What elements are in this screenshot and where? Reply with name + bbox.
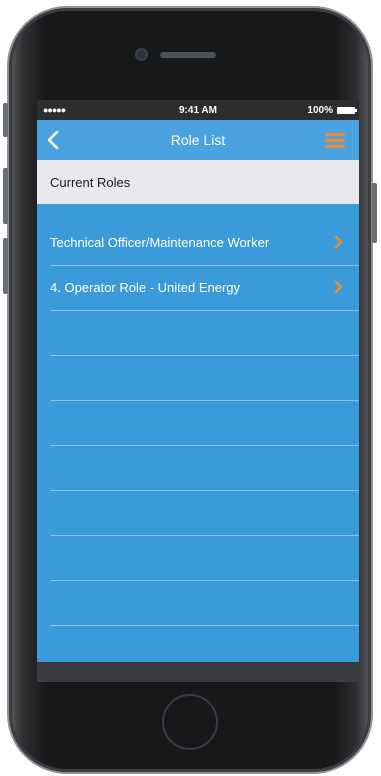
battery-percentage: 100%: [307, 105, 333, 116]
role-label: 4. Operator Role - United Energy: [50, 280, 241, 295]
volume-up-button: [3, 168, 8, 224]
front-camera: [137, 50, 146, 59]
empty-list-row: [50, 446, 359, 491]
status-bar: ●●●●● 9:41 AM 100%: [37, 100, 359, 120]
home-button[interactable]: [162, 694, 218, 750]
empty-list-row: [50, 401, 359, 446]
screen-bottom-bar: [37, 662, 359, 682]
hamburger-menu-icon[interactable]: [325, 133, 345, 149]
mute-switch: [3, 103, 8, 137]
chevron-right-icon: [334, 281, 343, 293]
empty-list-row: [50, 311, 359, 356]
role-list-item[interactable]: 4. Operator Role - United Energy: [50, 266, 359, 311]
empty-list-row: [50, 491, 359, 536]
role-list-item[interactable]: Technical Officer/Maintenance Worker: [50, 221, 359, 266]
page-title: Role List: [170, 132, 226, 148]
power-button: [372, 183, 377, 243]
navigation-bar: Role List: [37, 120, 359, 160]
earpiece-speaker: [160, 52, 216, 58]
chevron-right-icon: [334, 236, 343, 248]
battery-icon: [337, 107, 357, 114]
section-header: Current Roles: [37, 160, 359, 204]
empty-list-row: [50, 581, 359, 626]
phone-screen: ●●●●● 9:41 AM 100% Role List Current Rol…: [37, 100, 359, 682]
section-title: Current Roles: [50, 175, 131, 190]
volume-down-button: [3, 238, 8, 294]
empty-list-row: [50, 356, 359, 401]
role-list: Technical Officer/Maintenance Worker 4. …: [37, 221, 359, 626]
role-label: Technical Officer/Maintenance Worker: [50, 235, 270, 250]
empty-list-row: [50, 536, 359, 581]
